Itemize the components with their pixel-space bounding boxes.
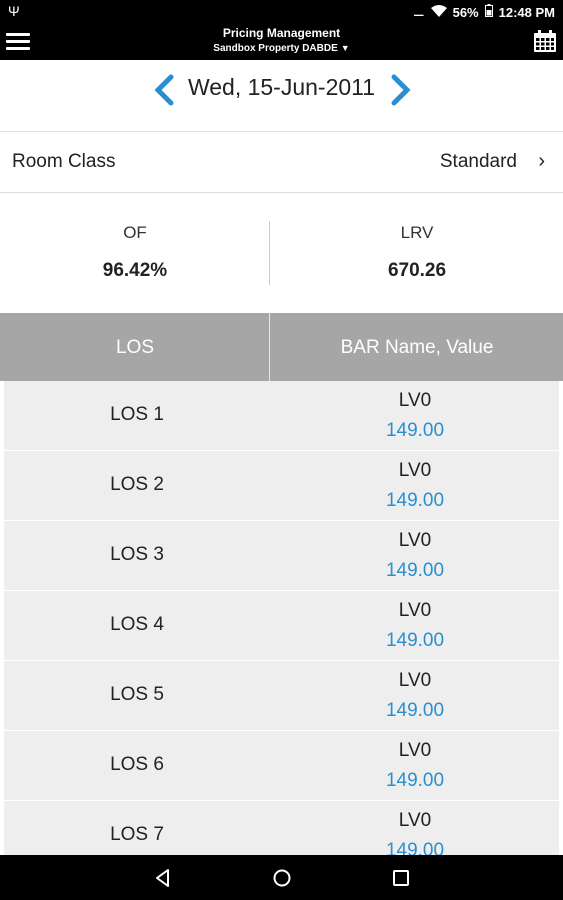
column-header-bar: BAR Name, Value: [340, 337, 494, 358]
los-cell: LOS 1: [110, 404, 164, 425]
table-row[interactable]: LOS 6 LV0 149.00: [4, 731, 559, 801]
lrv-value: 670.26: [387, 260, 447, 281]
bar-value-link[interactable]: 149.00: [271, 840, 559, 855]
metric-divider: [269, 221, 270, 285]
calendar-icon[interactable]: [533, 29, 557, 53]
table-row[interactable]: LOS 7 LV0 149.00: [4, 801, 559, 855]
table-row[interactable]: LOS 4 LV0 149.00: [4, 591, 559, 661]
bar-value-link[interactable]: 149.00: [271, 770, 559, 792]
date-navigator: Wed, 15-Jun-2011: [0, 60, 563, 132]
back-icon[interactable]: [152, 867, 174, 889]
los-cell: LOS 5: [110, 684, 164, 705]
property-name: Sandbox Property DABDE: [213, 43, 338, 54]
app-bar: Pricing Management Sandbox Property DABD…: [0, 24, 563, 60]
bar-name-cell: LV0: [398, 810, 432, 831]
chevron-right-icon: [391, 74, 411, 106]
wifi-icon: [430, 4, 447, 20]
los-cell: LOS 2: [110, 474, 164, 495]
bar-value-link[interactable]: 149.00: [271, 490, 559, 512]
app-title: Pricing Management: [222, 26, 341, 40]
battery-icon: [484, 4, 493, 20]
of-value: 96.42%: [102, 260, 168, 281]
room-class-value: Standard: [439, 151, 517, 172]
column-header-los: LOS: [115, 337, 155, 358]
do-not-disturb-icon: ⚊: [412, 4, 425, 19]
recent-apps-icon[interactable]: [390, 867, 412, 889]
table-row[interactable]: LOS 5 LV0 149.00: [4, 661, 559, 731]
of-label: OF: [123, 223, 147, 242]
los-table-body[interactable]: LOS 1 LV0 149.00 LOS 2 LV0 149.00 LOS 3 …: [0, 381, 563, 855]
status-right: ⚊ 56% 12:48 PM: [413, 4, 555, 20]
los-cell: LOS 6: [110, 754, 164, 775]
current-date: Wed, 15-Jun-2011: [187, 74, 376, 100]
lrv-label: LRV: [400, 223, 434, 242]
battery-percent: 56%: [452, 4, 479, 20]
system-nav-bar: [0, 855, 563, 900]
chevron-right-icon: ›: [538, 150, 545, 172]
clock: 12:48 PM: [498, 4, 555, 20]
property-selector[interactable]: Sandbox Property DABDE ▼: [0, 43, 563, 54]
table-row[interactable]: LOS 3 LV0 149.00: [4, 521, 559, 591]
bar-name-cell: LV0: [398, 670, 432, 691]
los-cell: LOS 4: [110, 614, 164, 635]
next-date-button[interactable]: [386, 74, 414, 106]
table-row[interactable]: LOS 2 LV0 149.00: [4, 451, 559, 521]
room-class-label: Room Class: [12, 151, 116, 172]
status-bar: Ψ ⚊ 56% 12:48 PM: [0, 0, 563, 24]
bar-name-cell: LV0: [398, 740, 432, 761]
dropdown-caret-icon: ▼: [340, 43, 350, 53]
room-class-selector[interactable]: Room Class Standard ›: [0, 132, 563, 193]
bar-value-link[interactable]: 149.00: [271, 630, 559, 652]
bar-value-link[interactable]: 149.00: [271, 560, 559, 582]
metrics-panel: OF 96.42% LRV 670.26: [0, 193, 563, 313]
header-divider: [269, 313, 270, 381]
home-icon[interactable]: [271, 867, 293, 889]
lrv-metric: LRV 670.26: [271, 193, 563, 313]
usb-icon: Ψ: [8, 3, 20, 19]
bar-value-link[interactable]: 149.00: [271, 420, 559, 442]
bar-name-cell: LV0: [398, 600, 432, 621]
table-header: LOS BAR Name, Value: [0, 313, 563, 381]
bar-name-cell: LV0: [398, 530, 432, 551]
table-row[interactable]: LOS 1 LV0 149.00: [4, 381, 559, 451]
of-metric: OF 96.42%: [0, 193, 270, 313]
bar-value-link[interactable]: 149.00: [271, 700, 559, 722]
los-cell: LOS 3: [110, 544, 164, 565]
los-cell: LOS 7: [110, 824, 164, 845]
bar-name-cell: LV0: [398, 460, 432, 481]
bar-name-cell: LV0: [398, 390, 432, 411]
